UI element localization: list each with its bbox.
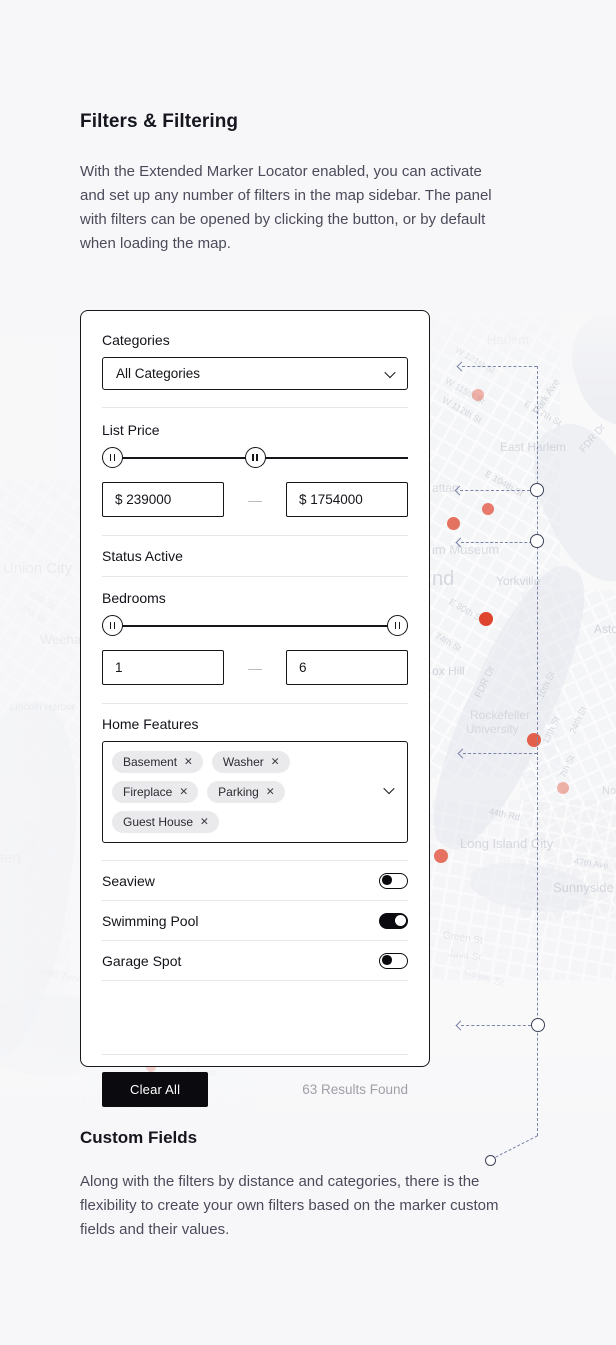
- slider-track: [102, 625, 408, 627]
- chip-label: Guest House: [123, 815, 193, 829]
- home-features-select[interactable]: Basement✕Washer✕Fireplace✕Parking✕Guest …: [102, 741, 408, 843]
- min-bedrooms-input[interactable]: [102, 650, 224, 685]
- swimming-pool-toggle[interactable]: [379, 913, 408, 929]
- chip-fireplace: Fireplace ✕: [112, 781, 198, 803]
- chip-label: Fireplace: [123, 785, 172, 799]
- chevron-down-icon: [383, 783, 394, 794]
- chip-remove-icon[interactable]: ✕: [200, 816, 209, 828]
- list-price-inputs: —: [102, 482, 408, 517]
- divider: [102, 576, 408, 577]
- divider: [102, 703, 408, 704]
- intro-paragraph: With the Extended Marker Locator enabled…: [80, 160, 495, 256]
- outro-section: Custom Fields Along with the filters by …: [80, 1128, 500, 1242]
- chip-label: Parking: [218, 785, 259, 799]
- garage-spot-toggle[interactable]: [379, 953, 408, 969]
- garage-spot-label: Garage Spot: [102, 953, 181, 969]
- toggle-knob: [395, 915, 406, 926]
- chip-basement: Basement ✕: [112, 751, 203, 773]
- chip-remove-icon[interactable]: ✕: [271, 756, 280, 768]
- list-price-range-slider: [102, 447, 408, 469]
- bedrooms-label: Bedrooms: [102, 590, 408, 606]
- intro-section: Filters & Filtering With the Extended Ma…: [80, 111, 495, 256]
- page: HarlemW 121st StW 115th StW 112th StPark…: [0, 0, 616, 1345]
- categories-select[interactable]: All Categories: [102, 357, 408, 390]
- max-price-input[interactable]: [286, 482, 408, 517]
- toggle-knob: [382, 875, 392, 885]
- status-active-label: Status Active: [102, 548, 183, 564]
- seaview-label: Seaview: [102, 873, 155, 889]
- chip-remove-icon[interactable]: ✕: [266, 786, 275, 798]
- max-bedrooms-input[interactable]: [286, 650, 408, 685]
- toggle-knob: [395, 559, 406, 570]
- range-handle-max[interactable]: [387, 615, 408, 636]
- chip-label: Basement: [123, 755, 177, 769]
- status-active-row: Status Active: [102, 536, 408, 576]
- swimming-pool-label: Swimming Pool: [102, 913, 198, 929]
- divider: [102, 407, 408, 408]
- chip-remove-icon[interactable]: ✕: [184, 756, 193, 768]
- chevron-down-icon: [384, 366, 395, 377]
- chip-label: Washer: [223, 755, 264, 769]
- min-price-input[interactable]: [102, 482, 224, 517]
- bedrooms-range-slider: [102, 615, 408, 637]
- panel-spacer: [102, 981, 408, 1054]
- bedrooms-inputs: —: [102, 650, 408, 685]
- chip-washer: Washer ✕: [212, 751, 290, 773]
- chip-remove-icon[interactable]: ✕: [179, 786, 188, 798]
- section-heading-custom-fields: Custom Fields: [80, 1128, 500, 1148]
- toggle-knob: [382, 955, 392, 965]
- section-heading-filters: Filters & Filtering: [80, 111, 495, 133]
- toggle-row-seaview: Seaview: [102, 861, 408, 901]
- feature-toggle-rows: Seaview Swimming Pool Garage Spot: [102, 861, 408, 981]
- chip-guest-house: Guest House ✕: [112, 811, 219, 833]
- chip-parking: Parking ✕: [207, 781, 285, 803]
- range-handle-min[interactable]: [102, 447, 123, 468]
- toggle-row-garage-spot: Garage Spot: [102, 941, 408, 981]
- categories-selected-value: All Categories: [116, 366, 200, 381]
- categories-label: Categories: [102, 332, 408, 348]
- filter-panel: Categories All Categories List Price — S…: [80, 310, 430, 1067]
- range-dash: —: [248, 492, 262, 508]
- home-features-label: Home Features: [102, 716, 408, 732]
- outro-paragraph: Along with the filters by distance and c…: [80, 1170, 500, 1242]
- list-price-label: List Price: [102, 422, 408, 438]
- range-dash: —: [248, 660, 262, 676]
- clear-all-button[interactable]: Clear All: [102, 1072, 208, 1107]
- results-count: 63 Results Found: [302, 1082, 408, 1097]
- range-handle-max[interactable]: [245, 447, 266, 468]
- seaview-toggle[interactable]: [379, 873, 408, 889]
- toggle-row-swimming-pool: Swimming Pool: [102, 901, 408, 941]
- panel-footer: Clear All 63 Results Found: [102, 1054, 408, 1107]
- range-handle-min[interactable]: [102, 615, 123, 636]
